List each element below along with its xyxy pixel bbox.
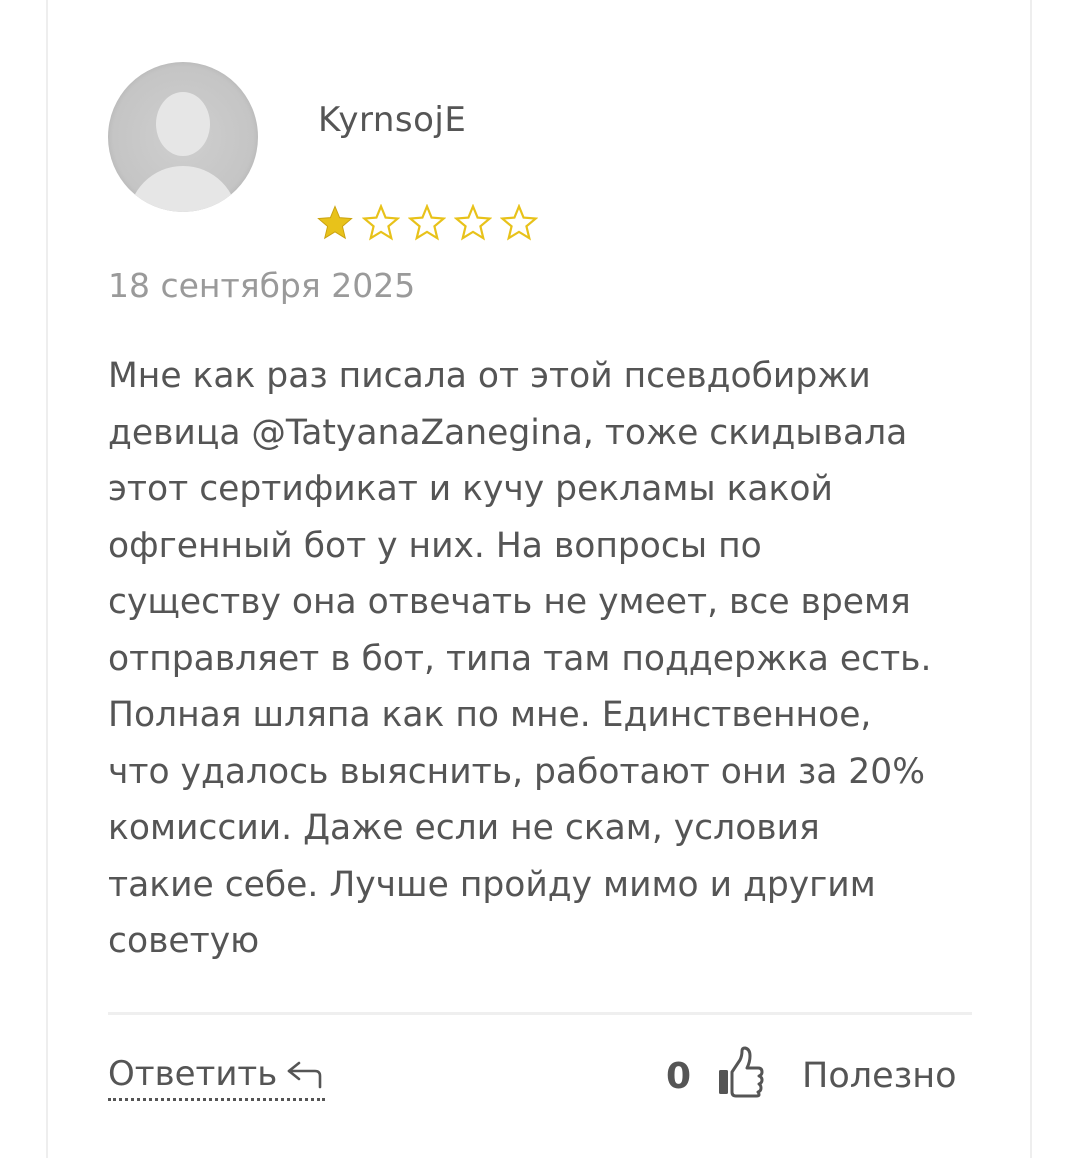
star-empty-icon	[500, 204, 538, 241]
useful-button[interactable]: Полезно	[802, 1056, 957, 1096]
likes-count: 0	[666, 1056, 692, 1097]
reply-label: Ответить	[108, 1054, 278, 1094]
review-date: 18 сентября 2025	[108, 266, 416, 305]
star-filled-icon	[317, 205, 353, 240]
rating-stars	[316, 204, 538, 242]
avatar	[108, 62, 258, 212]
star-empty-icon	[454, 204, 492, 241]
reply-arrow-icon	[287, 1061, 322, 1089]
divider	[108, 1012, 972, 1015]
avatar-body	[128, 166, 238, 212]
reply-button[interactable]: Ответить	[108, 1054, 326, 1101]
review-text: Мне как раз писала от этой псевдобиржи д…	[108, 356, 932, 961]
author-name[interactable]: KyrnsojE	[318, 100, 466, 140]
star-empty-icon	[408, 204, 446, 241]
star-empty-icon	[362, 204, 400, 241]
avatar-head	[156, 92, 210, 156]
thumbs-up-icon[interactable]	[716, 1046, 764, 1098]
